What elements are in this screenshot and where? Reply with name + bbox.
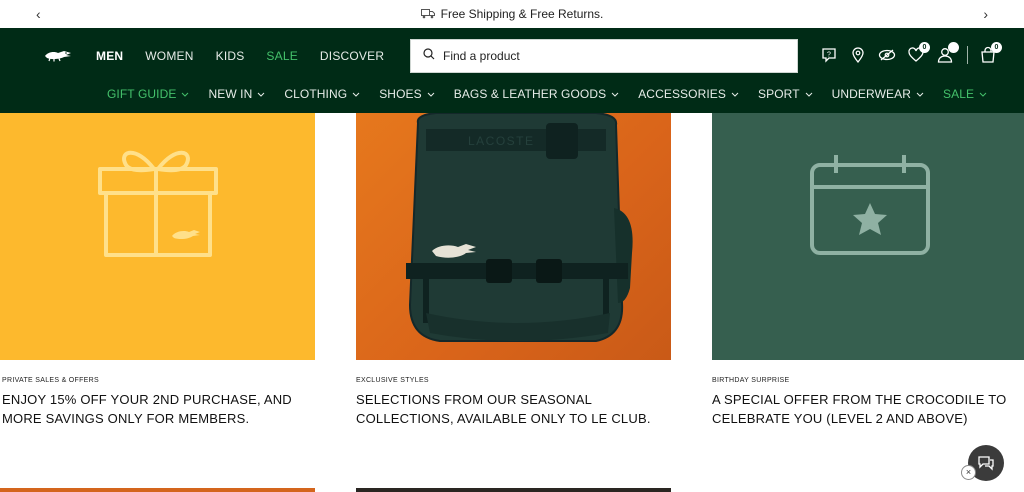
card-image — [0, 113, 315, 360]
promo-bar: ‹ Free Shipping & Free Returns. › — [0, 0, 1024, 28]
next-card-image-peek — [356, 488, 671, 492]
chevron-down-icon — [611, 92, 619, 97]
nav-women[interactable]: WOMEN — [145, 49, 193, 63]
card-image: LACOSTE — [356, 113, 671, 360]
subnav-accessories[interactable]: ACCESSORIES — [638, 87, 739, 101]
truck-icon — [420, 9, 435, 19]
subnav-shoes[interactable]: SHOES — [379, 87, 435, 101]
promo-text: Free Shipping & Free Returns. — [440, 7, 604, 21]
chat-icon — [978, 456, 994, 471]
account-icon[interactable] — [936, 42, 959, 64]
chevron-left-icon[interactable]: ‹ — [36, 6, 41, 22]
subnav-label: SPORT — [758, 87, 800, 101]
nav-kids[interactable]: KIDS — [216, 49, 245, 63]
card-title: A SPECIAL OFFER FROM THE CROCODILE TO CE… — [712, 392, 1007, 426]
chevron-down-icon — [916, 92, 924, 97]
account-status-dot — [948, 42, 959, 53]
subnav-label: BAGS & LEATHER GOODS — [453, 87, 607, 101]
backpack-brand-text: LACOSTE — [468, 134, 535, 148]
subnav-sale[interactable]: SALE — [943, 87, 987, 101]
le-club-icon[interactable] — [878, 46, 896, 64]
cart-badge: 0 — [991, 42, 1002, 53]
main-nav: MEN WOMEN KIDS SALE DISCOVER — [96, 49, 406, 63]
card-eyebrow: BIRTHDAY SURPRISE — [712, 377, 790, 384]
subnav-bags[interactable]: BAGS & LEATHER GOODS — [454, 87, 619, 101]
search-icon — [423, 47, 435, 65]
next-card-image-peek — [0, 488, 315, 492]
card-image — [712, 113, 1024, 360]
card-eyebrow: PRIVATE SALES & OFFERS — [2, 377, 99, 384]
search-input[interactable] — [443, 49, 743, 63]
subnav-label: CLOTHING — [284, 87, 348, 101]
benefit-card-private-sales[interactable]: PRIVATE SALES & OFFERS ENJOY 15% OFF YOU… — [0, 113, 315, 428]
nav-sale[interactable]: SALE — [266, 49, 298, 63]
search-box[interactable] — [410, 39, 798, 73]
subnav-label: UNDERWEAR — [831, 87, 911, 101]
chevron-down-icon — [427, 92, 435, 97]
nav-discover[interactable]: DISCOVER — [320, 49, 384, 63]
chevron-down-icon — [182, 92, 189, 97]
wishlist-badge: 0 — [919, 42, 930, 53]
wishlist-icon[interactable]: 0 — [907, 42, 930, 64]
chevron-right-icon[interactable]: › — [983, 6, 988, 22]
crocodile-logo-icon[interactable] — [44, 48, 72, 67]
subnav-label: GIFT GUIDE — [107, 87, 177, 101]
nav-men[interactable]: MEN — [96, 49, 123, 63]
benefit-card-birthday[interactable]: BIRTHDAY SURPRISE A SPECIAL OFFER FROM T… — [712, 113, 1024, 428]
card-eyebrow: EXCLUSIVE STYLES — [356, 377, 429, 384]
chat-close-button[interactable]: × — [961, 465, 976, 480]
subnav-label: SALE — [942, 87, 975, 101]
chevron-down-icon — [805, 92, 812, 97]
header-icons: ? 0 0 — [820, 42, 1008, 64]
subnav-new-in[interactable]: NEW IN — [208, 87, 265, 101]
chevron-down-icon — [352, 92, 360, 97]
subnav-underwear[interactable]: UNDERWEAR — [832, 87, 924, 101]
benefit-card-exclusive-styles[interactable]: LACOSTE EXCLUSIVE STYLES SELECTIONS FROM… — [356, 113, 671, 428]
calendar-star-icon — [810, 155, 930, 255]
subnav-sport[interactable]: SPORT — [758, 87, 813, 101]
subnav-label: SHOES — [379, 87, 422, 101]
chevron-down-icon — [979, 92, 987, 97]
site-header: MEN WOMEN KIDS SALE DISCOVER ? 0 — [0, 28, 1024, 113]
chevron-down-icon — [258, 92, 265, 97]
divider — [967, 46, 968, 64]
card-title: ENJOY 15% OFF YOUR 2ND PURCHASE, AND MOR… — [2, 392, 292, 426]
subnav-clothing[interactable]: CLOTHING — [284, 87, 360, 101]
subnav-gift-guide[interactable]: GIFT GUIDE — [107, 87, 189, 101]
subnav-label: ACCESSORIES — [638, 87, 726, 101]
backpack-image: LACOSTE — [406, 113, 633, 342]
gift-icon — [98, 150, 218, 257]
store-locator-icon[interactable] — [849, 46, 867, 64]
svg-text:?: ? — [827, 52, 831, 59]
cart-icon[interactable]: 0 — [979, 42, 1002, 64]
help-icon[interactable]: ? — [820, 46, 838, 64]
category-nav: GIFT GUIDE NEW IN CLOTHING SHOES BAGS & … — [107, 87, 1006, 101]
subnav-label: NEW IN — [208, 87, 253, 101]
chevron-down-icon — [731, 92, 739, 97]
card-title: SELECTIONS FROM OUR SEASONAL COLLECTIONS… — [356, 392, 651, 426]
